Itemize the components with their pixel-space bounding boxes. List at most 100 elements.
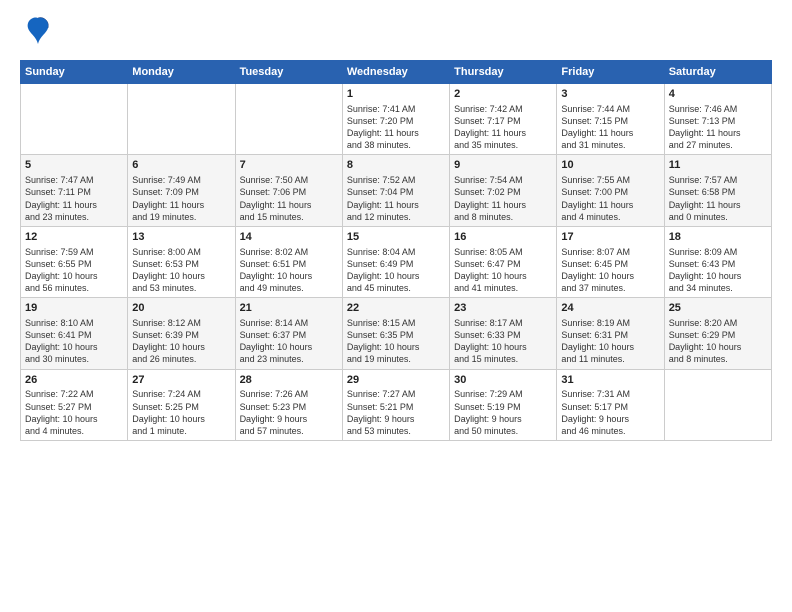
day-number: 19 xyxy=(25,301,123,316)
day-info-line: and 30 minutes. xyxy=(25,353,123,365)
day-info-line: Sunset: 6:31 PM xyxy=(561,329,659,341)
logo xyxy=(20,16,52,50)
calendar-day-cell: 11Sunrise: 7:57 AMSunset: 6:58 PMDayligh… xyxy=(664,155,771,226)
calendar-week-row: 1Sunrise: 7:41 AMSunset: 7:20 PMDaylight… xyxy=(21,84,772,155)
day-info-line: Sunset: 5:21 PM xyxy=(347,401,445,413)
day-info-line: Sunrise: 8:20 AM xyxy=(669,317,767,329)
day-info-line: Daylight: 10 hours xyxy=(132,270,230,282)
calendar-day-cell: 21Sunrise: 8:14 AMSunset: 6:37 PMDayligh… xyxy=(235,298,342,369)
day-info-line: Daylight: 9 hours xyxy=(561,413,659,425)
day-number: 11 xyxy=(669,158,767,173)
day-info-line: Sunrise: 8:07 AM xyxy=(561,246,659,258)
day-info-line: Daylight: 10 hours xyxy=(132,413,230,425)
day-info-line: Daylight: 11 hours xyxy=(25,199,123,211)
day-info-line: Sunrise: 7:59 AM xyxy=(25,246,123,258)
day-info-line: Sunrise: 7:29 AM xyxy=(454,388,552,400)
day-info-line: Sunset: 6:39 PM xyxy=(132,329,230,341)
day-info-line: Daylight: 11 hours xyxy=(669,127,767,139)
col-wednesday: Wednesday xyxy=(342,61,449,84)
day-info-line: and 53 minutes. xyxy=(132,282,230,294)
day-info-line: and 57 minutes. xyxy=(240,425,338,437)
calendar-day-cell: 15Sunrise: 8:04 AMSunset: 6:49 PMDayligh… xyxy=(342,226,449,297)
day-info-line: and 50 minutes. xyxy=(454,425,552,437)
day-info-line: Daylight: 10 hours xyxy=(25,413,123,425)
calendar-table: Sunday Monday Tuesday Wednesday Thursday… xyxy=(20,60,772,441)
day-number: 20 xyxy=(132,301,230,316)
calendar-page: Sunday Monday Tuesday Wednesday Thursday… xyxy=(0,0,792,612)
day-info-line: and 1 minute. xyxy=(132,425,230,437)
day-info-line: and 35 minutes. xyxy=(454,139,552,151)
col-saturday: Saturday xyxy=(664,61,771,84)
day-number: 4 xyxy=(669,87,767,102)
day-number: 16 xyxy=(454,230,552,245)
day-info-line: Daylight: 10 hours xyxy=(25,270,123,282)
calendar-week-row: 19Sunrise: 8:10 AMSunset: 6:41 PMDayligh… xyxy=(21,298,772,369)
day-info-line: and 8 minutes. xyxy=(669,353,767,365)
calendar-day-cell: 4Sunrise: 7:46 AMSunset: 7:13 PMDaylight… xyxy=(664,84,771,155)
day-info-line: Daylight: 10 hours xyxy=(669,341,767,353)
day-info-line: Daylight: 9 hours xyxy=(240,413,338,425)
day-info-line: Sunrise: 7:54 AM xyxy=(454,174,552,186)
calendar-day-cell: 19Sunrise: 8:10 AMSunset: 6:41 PMDayligh… xyxy=(21,298,128,369)
day-number: 1 xyxy=(347,87,445,102)
day-info-line: Sunrise: 7:26 AM xyxy=(240,388,338,400)
day-info-line: and 15 minutes. xyxy=(240,211,338,223)
day-info-line: and 56 minutes. xyxy=(25,282,123,294)
day-info-line: and 46 minutes. xyxy=(561,425,659,437)
day-info-line: Sunrise: 8:00 AM xyxy=(132,246,230,258)
day-info-line: and 12 minutes. xyxy=(347,211,445,223)
day-info-line: Daylight: 10 hours xyxy=(240,270,338,282)
day-info-line: and 37 minutes. xyxy=(561,282,659,294)
day-info-line: Daylight: 11 hours xyxy=(454,127,552,139)
col-friday: Friday xyxy=(557,61,664,84)
day-info-line: Daylight: 10 hours xyxy=(240,341,338,353)
calendar-day-cell: 16Sunrise: 8:05 AMSunset: 6:47 PMDayligh… xyxy=(450,226,557,297)
day-info-line: Daylight: 9 hours xyxy=(347,413,445,425)
calendar-day-cell: 1Sunrise: 7:41 AMSunset: 7:20 PMDaylight… xyxy=(342,84,449,155)
calendar-day-cell: 14Sunrise: 8:02 AMSunset: 6:51 PMDayligh… xyxy=(235,226,342,297)
day-info-line: Sunset: 7:17 PM xyxy=(454,115,552,127)
day-info-line: Sunrise: 8:15 AM xyxy=(347,317,445,329)
day-info-line: Sunrise: 7:44 AM xyxy=(561,103,659,115)
calendar-day-cell: 5Sunrise: 7:47 AMSunset: 7:11 PMDaylight… xyxy=(21,155,128,226)
day-number: 10 xyxy=(561,158,659,173)
calendar-week-row: 12Sunrise: 7:59 AMSunset: 6:55 PMDayligh… xyxy=(21,226,772,297)
day-number: 17 xyxy=(561,230,659,245)
day-info-line: Sunset: 5:25 PM xyxy=(132,401,230,413)
calendar-day-cell: 26Sunrise: 7:22 AMSunset: 5:27 PMDayligh… xyxy=(21,369,128,440)
col-thursday: Thursday xyxy=(450,61,557,84)
calendar-day-cell: 29Sunrise: 7:27 AMSunset: 5:21 PMDayligh… xyxy=(342,369,449,440)
header xyxy=(20,16,772,50)
day-info-line: Sunrise: 7:31 AM xyxy=(561,388,659,400)
col-monday: Monday xyxy=(128,61,235,84)
day-number: 31 xyxy=(561,373,659,388)
day-info-line: and 4 minutes. xyxy=(25,425,123,437)
calendar-day-cell xyxy=(128,84,235,155)
day-number: 27 xyxy=(132,373,230,388)
calendar-week-row: 5Sunrise: 7:47 AMSunset: 7:11 PMDaylight… xyxy=(21,155,772,226)
logo-bird-icon xyxy=(24,16,52,50)
calendar-day-cell: 13Sunrise: 8:00 AMSunset: 6:53 PMDayligh… xyxy=(128,226,235,297)
day-number: 25 xyxy=(669,301,767,316)
day-info-line: Sunrise: 8:19 AM xyxy=(561,317,659,329)
day-info-line: Sunset: 6:51 PM xyxy=(240,258,338,270)
day-info-line: Daylight: 10 hours xyxy=(454,341,552,353)
day-info-line: Sunset: 7:11 PM xyxy=(25,186,123,198)
day-info-line: and 0 minutes. xyxy=(669,211,767,223)
day-info-line: and 38 minutes. xyxy=(347,139,445,151)
day-info-line: and 34 minutes. xyxy=(669,282,767,294)
day-info-line: Sunrise: 7:41 AM xyxy=(347,103,445,115)
day-info-line: Daylight: 10 hours xyxy=(561,270,659,282)
calendar-day-cell: 23Sunrise: 8:17 AMSunset: 6:33 PMDayligh… xyxy=(450,298,557,369)
day-number: 7 xyxy=(240,158,338,173)
calendar-day-cell: 20Sunrise: 8:12 AMSunset: 6:39 PMDayligh… xyxy=(128,298,235,369)
day-info-line: and 19 minutes. xyxy=(132,211,230,223)
day-number: 24 xyxy=(561,301,659,316)
day-info-line: and 26 minutes. xyxy=(132,353,230,365)
calendar-day-cell: 31Sunrise: 7:31 AMSunset: 5:17 PMDayligh… xyxy=(557,369,664,440)
day-info-line: Sunset: 6:29 PM xyxy=(669,329,767,341)
day-info-line: and 23 minutes. xyxy=(25,211,123,223)
day-info-line: and 27 minutes. xyxy=(669,139,767,151)
day-info-line: Sunset: 7:04 PM xyxy=(347,186,445,198)
day-info-line: Daylight: 11 hours xyxy=(347,127,445,139)
